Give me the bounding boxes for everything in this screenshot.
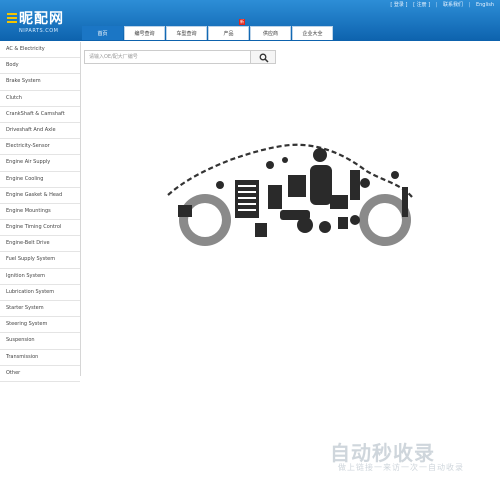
- sidebar-item-engine-mountings[interactable]: Engine Mountings: [0, 204, 80, 221]
- search-button[interactable]: [251, 50, 276, 64]
- car-parts-illustration: [167, 143, 413, 246]
- search-input[interactable]: 请输入OE/配大厂编号: [84, 50, 251, 64]
- sidebar-item-brake-system[interactable]: Brake System: [0, 74, 80, 91]
- watermark-logo: 自动秒收录 做上链接一来访一次一自动收录: [330, 437, 490, 477]
- search-icon: [259, 53, 269, 63]
- sidebar-item-fuel-supply-system[interactable]: Fuel Supply System: [0, 252, 80, 269]
- nav-home[interactable]: 首页: [82, 26, 123, 40]
- top-links: [ 登录 ] [ 注册 ] | 联系我们 | English: [386, 1, 494, 8]
- divider: |: [468, 2, 471, 8]
- sidebar-item-steering-system[interactable]: Steering System: [0, 317, 80, 334]
- sidebar-item-body[interactable]: Body: [0, 58, 80, 75]
- sidebar-item-engine-belt-drive[interactable]: Engine-Belt Drive: [0, 236, 80, 253]
- sidebar-item-ignition-system[interactable]: Ignition System: [0, 269, 80, 285]
- search-bar: 请输入OE/配大厂编号: [84, 50, 276, 64]
- english-link[interactable]: English: [476, 2, 494, 8]
- nav-suppliers[interactable]: 供应商: [250, 26, 291, 40]
- sidebar-item-other[interactable]: Other: [0, 366, 80, 382]
- contact-link[interactable]: 联系我们: [443, 1, 463, 8]
- sidebar-item-engine-air-supply[interactable]: Engine Air Supply: [0, 155, 80, 172]
- site-header: 昵配网 NIPARTS.COM [ 登录 ] [ 注册 ] | 联系我们 | E…: [0, 0, 500, 41]
- sidebar-item-driveshaft-axle[interactable]: Driveshaft And Axle: [0, 123, 80, 140]
- logo-mark-icon: [7, 13, 17, 25]
- sidebar-item-clutch[interactable]: Clutch: [0, 91, 80, 107]
- nav-products[interactable]: 产品 新: [208, 19, 249, 40]
- sidebar-item-engine-cooling[interactable]: Engine Cooling: [0, 172, 80, 188]
- new-badge: 新: [239, 19, 245, 25]
- sidebar-item-ac-electricity[interactable]: AC & Electricity: [0, 42, 80, 59]
- divider: |: [435, 2, 438, 8]
- sidebar-item-suspension[interactable]: Suspension: [0, 333, 80, 350]
- sidebar-item-crankshaft-camshaft[interactable]: CrankShaft & Camshaft: [0, 107, 80, 123]
- nav-products-label: 产品: [223, 31, 234, 37]
- nav-enterprises[interactable]: 企业大全: [292, 26, 333, 40]
- register-link[interactable]: [ 注册 ]: [413, 1, 430, 8]
- nav-part-number-search[interactable]: 编号查询: [124, 26, 165, 40]
- sidebar-item-starter-system[interactable]: Starter System: [0, 301, 80, 318]
- sidebar-item-electricity-sensor[interactable]: Electricity-Sensor: [0, 139, 80, 156]
- nav-vehicle-search[interactable]: 车型查询: [166, 26, 207, 40]
- site-logo[interactable]: 昵配网 NIPARTS.COM: [7, 10, 82, 40]
- logo-subtext: NIPARTS.COM: [19, 28, 59, 34]
- watermark-subtitle: 做上链接一来访一次一自动收录: [338, 463, 464, 472]
- sidebar-item-transmission[interactable]: Transmission: [0, 350, 80, 366]
- logo-text: 昵配网: [19, 11, 64, 27]
- main-nav: 首页 编号查询 车型查询 产品 新 供应商 企业大全: [82, 19, 334, 41]
- login-link[interactable]: [ 登录 ]: [390, 1, 407, 8]
- sidebar-item-engine-gasket-head[interactable]: Engine Gasket & Head: [0, 188, 80, 204]
- sidebar-item-lubrication-system[interactable]: Lubrication System: [0, 285, 80, 301]
- category-sidebar: AC & Electricity Body Brake System Clutc…: [0, 42, 81, 382]
- sidebar-item-engine-timing-control[interactable]: Engine Timing Control: [0, 220, 80, 237]
